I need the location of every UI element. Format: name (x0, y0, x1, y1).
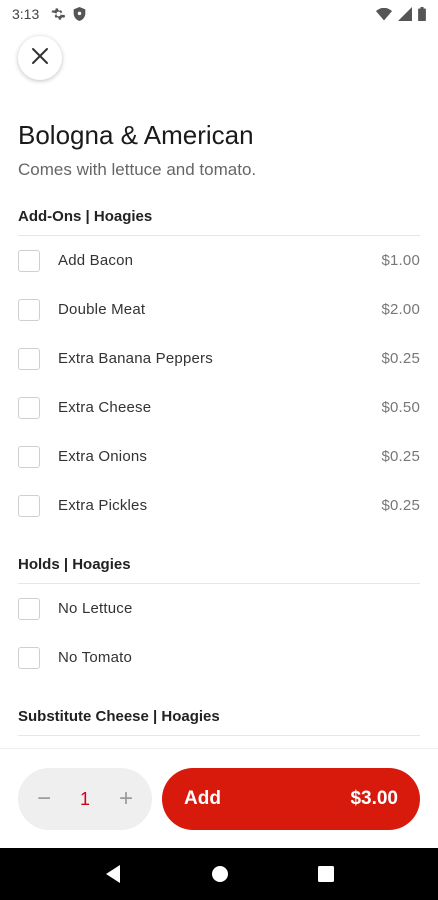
quantity-value: 1 (79, 788, 90, 809)
option-label: No Lettuce (58, 600, 133, 617)
status-left-icons (51, 7, 86, 21)
option-price: $0.25 (381, 448, 420, 465)
add-button-label: Add (184, 788, 221, 809)
close-icon (31, 47, 49, 70)
close-button[interactable] (18, 36, 62, 80)
option-checkbox[interactable] (18, 597, 40, 620)
status-right-icons (376, 7, 426, 21)
option-add-bacon[interactable]: Add Bacon $1.00 (18, 236, 420, 285)
option-extra-onions[interactable]: Extra Onions $0.25 (18, 432, 420, 481)
status-bar: 3:13 (0, 0, 438, 28)
item-description: Comes with lettuce and tomato. (18, 160, 257, 179)
signal-icon (398, 7, 412, 21)
add-to-order-button[interactable]: Add $3.00 (162, 768, 420, 830)
option-checkbox[interactable] (18, 646, 40, 669)
option-price: $0.50 (381, 399, 420, 416)
option-double-meat[interactable]: Double Meat $2.00 (18, 285, 420, 334)
quantity-stepper: − 1 + (18, 768, 152, 830)
option-label: Extra Cheese (58, 399, 152, 416)
status-time: 3:13 (12, 6, 40, 22)
option-label: Extra Onions (58, 448, 148, 465)
recents-icon[interactable] (317, 866, 334, 882)
decrement-button[interactable]: − (34, 787, 54, 811)
section-holds: Holds | Hoagies No Lettuce No Tomato (0, 530, 438, 682)
section-header: Substitute Cheese | Hoagies (18, 682, 420, 736)
option-checkbox[interactable] (18, 494, 40, 517)
section-header: Add-Ons | Hoagies (18, 182, 420, 236)
option-label: Extra Banana Peppers (58, 350, 213, 367)
section-add-ons: Add-Ons | Hoagies Add Bacon $1.00 Double… (0, 182, 438, 530)
system-navigation-bar (0, 848, 438, 900)
home-icon[interactable] (211, 865, 229, 883)
shield-icon (73, 7, 86, 21)
settings-icon (51, 7, 66, 21)
option-checkbox[interactable] (18, 298, 40, 321)
option-price: $1.00 (381, 252, 420, 269)
section-substitute-cheese: Substitute Cheese | Hoagies (0, 682, 438, 736)
option-label: No Tomato (58, 649, 133, 666)
item-title: Bologna & American (18, 120, 254, 150)
back-icon[interactable] (104, 864, 122, 884)
option-price: $0.25 (381, 350, 420, 367)
option-extra-pickles[interactable]: Extra Pickles $0.25 (18, 481, 420, 530)
option-extra-cheese[interactable]: Extra Cheese $0.50 (18, 383, 420, 432)
add-button-price: $3.00 (350, 788, 398, 809)
option-price: $0.25 (381, 497, 420, 514)
option-label: Double Meat (58, 301, 146, 318)
option-checkbox[interactable] (18, 347, 40, 370)
option-checkbox[interactable] (18, 249, 40, 272)
option-no-tomato[interactable]: No Tomato (18, 633, 420, 682)
option-no-lettuce[interactable]: No Lettuce (18, 584, 420, 633)
section-header: Holds | Hoagies (18, 530, 420, 584)
option-price: $2.00 (381, 301, 420, 318)
option-extra-banana-peppers[interactable]: Extra Banana Peppers $0.25 (18, 334, 420, 383)
option-checkbox[interactable] (18, 445, 40, 468)
wifi-icon (376, 7, 392, 21)
option-label: Add Bacon (58, 252, 134, 269)
order-footer: − 1 + Add $3.00 (0, 748, 438, 848)
battery-icon (418, 7, 426, 21)
option-checkbox[interactable] (18, 396, 40, 419)
option-label: Extra Pickles (58, 497, 148, 514)
item-detail-content[interactable]: Bologna & American Comes with lettuce an… (0, 100, 438, 748)
increment-button[interactable]: + (116, 787, 136, 811)
